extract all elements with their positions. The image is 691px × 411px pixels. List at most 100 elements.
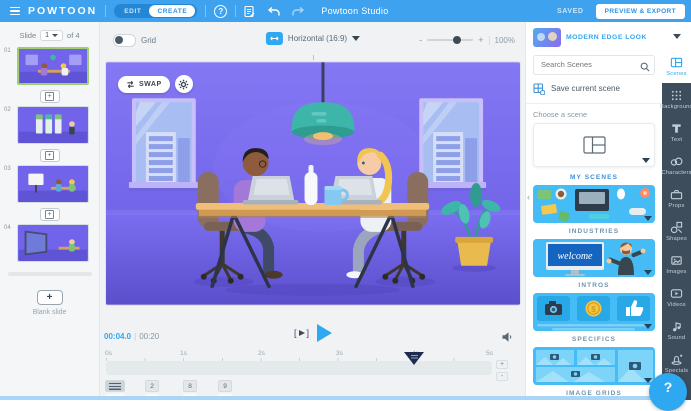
shapes-icon [670,221,683,234]
window-left[interactable] [129,98,199,191]
tab-background[interactable]: Background [662,83,691,116]
swap-button[interactable]: SWAP [118,76,170,93]
slides-scrollbar[interactable] [8,272,92,276]
tab-images[interactable]: Images [662,248,691,281]
characters-icon [670,155,683,168]
scene-category-thumbnail-specifics[interactable]: $ [533,293,655,331]
tab-label: Scenes [666,71,687,77]
hamburger-menu-icon[interactable] [10,7,20,16]
tick-label: 0s [105,350,112,357]
undo-icon[interactable] [267,6,281,17]
tab-props[interactable]: Props [662,182,691,215]
preview-export-button[interactable]: PREVIEW & EXPORT [596,4,685,19]
notes-icon[interactable] [244,5,255,18]
scene-settings-button[interactable] [175,75,193,93]
save-scene-icon [533,83,545,95]
tab-shapes[interactable]: Shapes [662,215,691,248]
sound-volume-icon[interactable] [501,330,513,348]
save-current-scene-button[interactable]: Save current scene [533,83,655,95]
specifics-thumbnail-art: $ [533,293,655,331]
tools-sidebar: Scenes Background Text Characters Props … [662,50,691,400]
card-expand-chevron[interactable] [642,158,650,163]
zoom-in-label[interactable]: + [478,35,483,45]
help-fab-button[interactable]: ? [649,373,687,411]
thumbnail-expand-chevron[interactable] [644,270,652,275]
section-label-specifics: SPECIFICS [526,336,662,343]
object-chip-number: 2 [145,380,159,392]
videos-icon [670,287,683,300]
divider [526,103,662,104]
slide-thumbnail-3[interactable] [17,165,89,203]
powtoon-studio-app: POWTOON EDIT CREATE ? Powtoon Studio SAV… [0,0,691,400]
tick-label: 1s [180,350,187,357]
tick-label: 2s [258,350,265,357]
edit-mode-button[interactable]: EDIT [116,8,149,15]
add-slide-button[interactable]: + [40,149,60,162]
tab-sound[interactable]: Sound [662,314,691,347]
timeline-object-chip[interactable]: 2 [145,380,159,397]
thumbnail-expand-chevron[interactable] [644,324,652,329]
slide-thumbnail-1[interactable] [17,47,89,85]
powtoon-logo: POWTOON [28,5,97,17]
zoom-out-label[interactable]: - [419,35,422,45]
current-scene-template-card[interactable] [533,123,655,167]
zoom-level-value: 100% [495,36,515,45]
search-scenes-input[interactable] [533,55,655,75]
play-icon [299,330,305,336]
slide-thumbnail-2[interactable] [17,106,89,144]
redo-icon[interactable] [291,6,305,17]
create-mode-button[interactable]: CREATE [149,5,195,17]
divider [105,5,106,17]
slide-thumbnail-4[interactable] [17,224,89,262]
timeline-object-chip[interactable]: 9 [218,380,232,397]
playhead-grip-lines [411,355,418,359]
time-separator: | [134,332,136,341]
swap-arrows-icon [126,80,135,89]
scenes-icon [670,56,683,69]
tab-characters[interactable]: Characters [662,149,691,182]
grid-label: Grid [141,36,156,45]
orientation-dropdown[interactable]: Horizontal (16:9) [266,32,360,45]
add-slide-button[interactable]: + [40,208,60,221]
timeline-time-display: 00:04.0|00:20 [104,332,159,341]
scene-category-thumbnail-industries[interactable] [533,185,655,223]
look-avatar [548,32,557,41]
slide-number-dropdown[interactable]: 1 [40,30,63,41]
thumbnail-expand-chevron[interactable] [644,216,652,221]
grid-toggle-group: Grid [113,34,156,47]
stage-canvas[interactable] [106,62,520,305]
grid-toggle[interactable] [113,34,136,47]
collapse-panel-chevron[interactable] [673,34,681,39]
timeline-object-chip[interactable] [105,380,125,397]
slides-panel: Slide 1 of 4 01 + 02 + 03 [0,22,100,400]
scene-category-thumbnail-intros[interactable]: welcome [533,239,655,277]
scene-category-thumbnail-image-grids[interactable] [533,347,655,385]
timeline-object-chip[interactable]: 8 [183,380,197,397]
specials-icon [670,353,683,366]
play-from-start-button[interactable]: [] [294,328,309,338]
tab-text[interactable]: Text [662,116,691,149]
work-area: Grid Horizontal (16:9) - + 100% [101,22,525,400]
tab-label: Background [660,104,691,110]
panel-collapse-handle[interactable]: ‹ [527,192,530,202]
background-icon [670,89,683,102]
timeline-track[interactable] [106,361,492,375]
intros-thumbnail-art: welcome [533,239,655,277]
choose-scene-label: Choose a scene [533,110,655,119]
help-icon[interactable]: ? [214,5,227,18]
images-icon [670,254,683,267]
tab-scenes[interactable]: Scenes [662,50,691,83]
app-title: Powtoon Studio [321,6,388,16]
play-button[interactable] [317,324,332,342]
timeline-zoom-in-button[interactable]: + [496,360,508,369]
slide-number-label: 03 [4,166,11,172]
blank-slide-button[interactable]: + [37,290,63,305]
zoom-slider[interactable] [427,39,473,41]
tab-label: Sound [668,335,686,341]
zoom-slider-handle[interactable] [453,36,461,44]
tab-videos[interactable]: Videos [662,281,691,314]
add-slide-button[interactable]: + [40,90,60,103]
stage-scene[interactable] [106,62,520,305]
timeline-ruler-labels: 0s 1s 2s 3s 4s 5s [101,350,525,358]
look-thumbnail[interactable] [533,28,561,47]
